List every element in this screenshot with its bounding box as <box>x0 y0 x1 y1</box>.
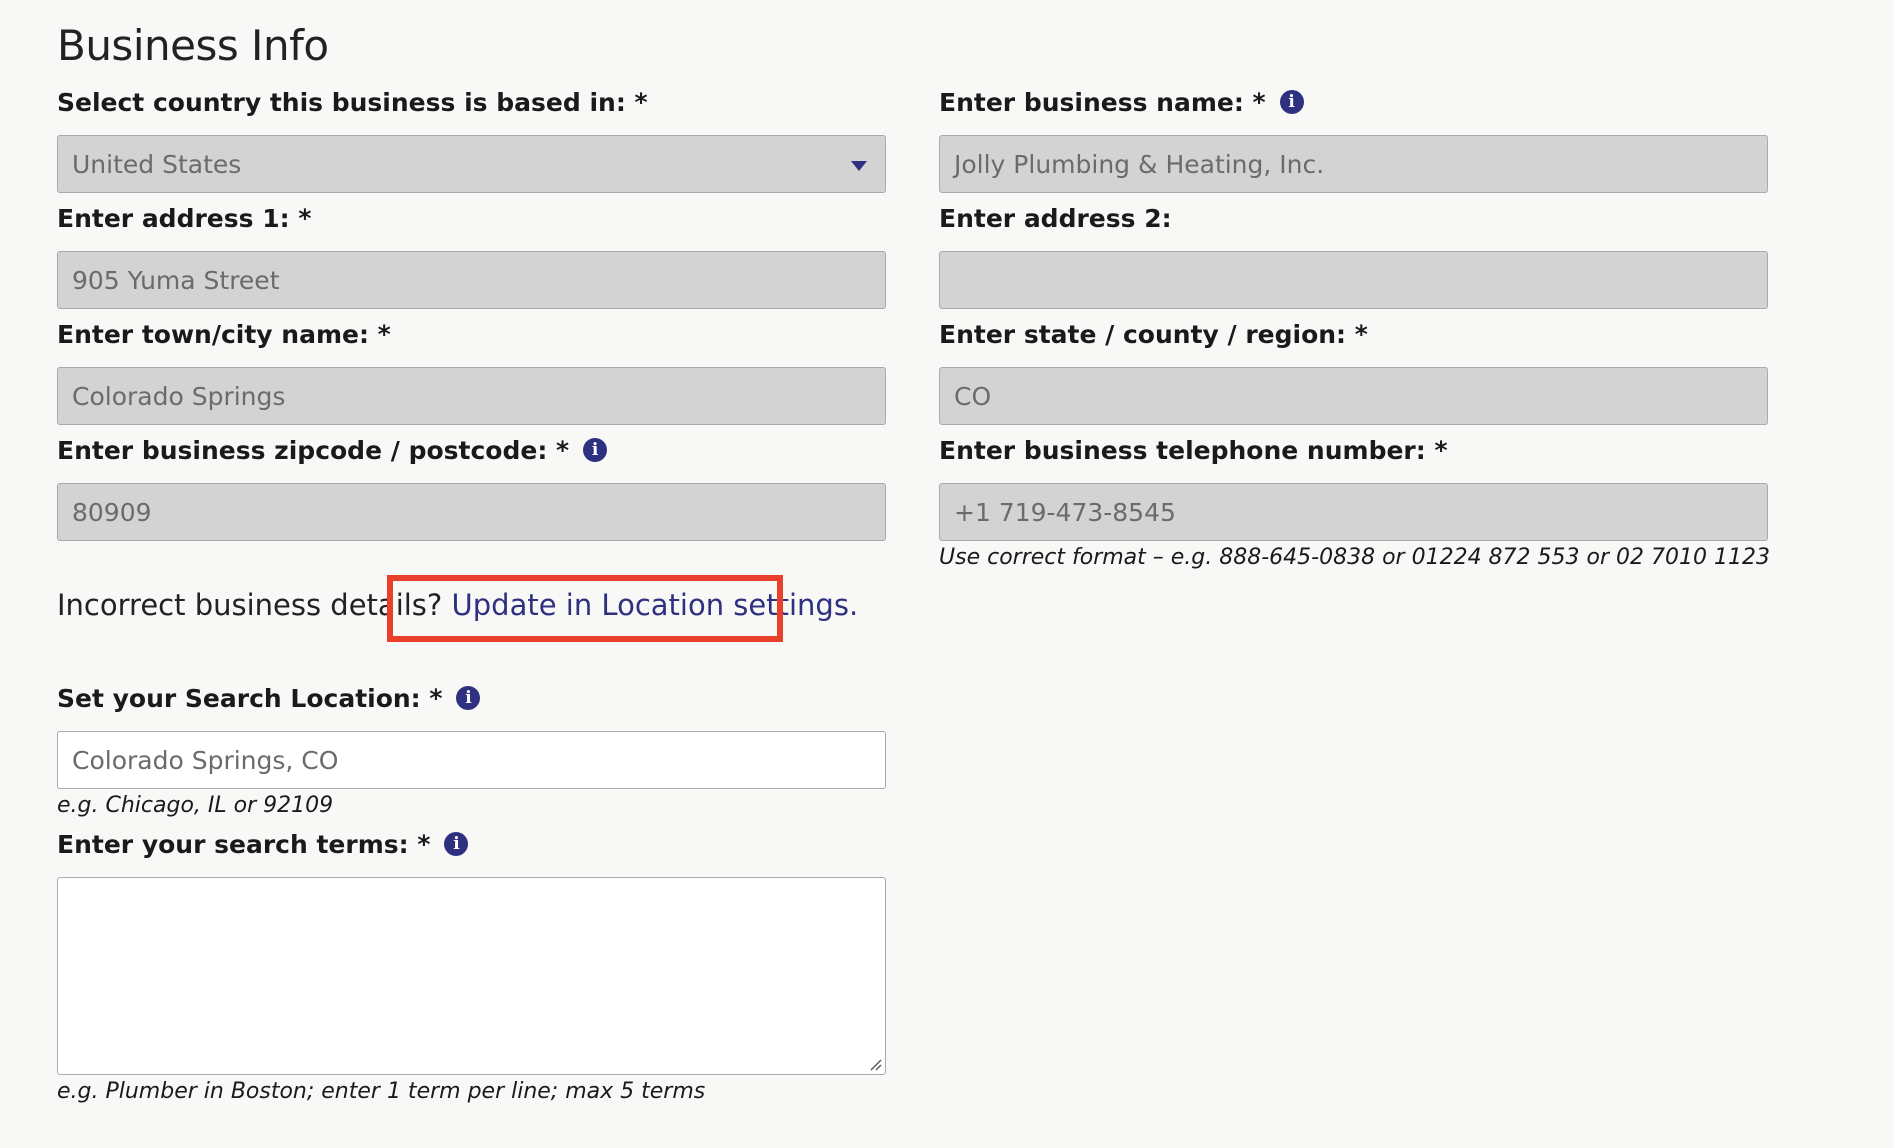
state-label-text: Enter state / county / region: * <box>939 319 1368 349</box>
zipcode-value: 80909 <box>72 497 152 527</box>
address1-label-text: Enter address 1: * <box>57 203 312 233</box>
business-name-field: Enter business name: * i Jolly Plumbing … <box>939 85 1768 193</box>
search-terms-textarea[interactable] <box>57 877 886 1075</box>
search-terms-label-text: Enter your search terms: * <box>57 829 431 859</box>
city-label-text: Enter town/city name: * <box>57 319 391 349</box>
business-name-label: Enter business name: * i <box>939 85 1768 119</box>
state-value: CO <box>954 381 992 411</box>
country-label-text: Select country this business is based in… <box>57 87 648 117</box>
city-field: Enter town/city name: * Colorado Springs <box>57 317 886 425</box>
address2-field: Enter address 2: <box>939 201 1768 309</box>
search-terms-label: Enter your search terms: * i <box>57 827 886 861</box>
zipcode-input[interactable]: 80909 <box>57 483 886 541</box>
telephone-label: Enter business telephone number: * <box>939 433 1768 467</box>
city-label: Enter town/city name: * <box>57 317 886 351</box>
telephone-field: Enter business telephone number: * +1 71… <box>939 433 1770 570</box>
info-icon[interactable]: i <box>456 686 481 710</box>
search-location-label-text: Set your Search Location: * <box>57 683 443 713</box>
search-location-field: Set your Search Location: * i Colorado S… <box>57 681 886 818</box>
search-terms-field: Enter your search terms: * i e.g. Plumbe… <box>57 827 886 1104</box>
country-label: Select country this business is based in… <box>57 85 886 119</box>
resize-grip-icon[interactable] <box>868 1057 882 1071</box>
address2-label: Enter address 2: <box>939 201 1768 235</box>
zipcode-field: Enter business zipcode / postcode: * i 8… <box>57 433 886 541</box>
country-field: Select country this business is based in… <box>57 85 886 193</box>
search-location-input[interactable]: Colorado Springs, CO <box>57 731 886 789</box>
address1-input[interactable]: 905 Yuma Street <box>57 251 886 309</box>
search-location-value: Colorado Springs, CO <box>72 745 339 775</box>
update-location-settings-link[interactable]: Update in Location settings. <box>452 588 859 622</box>
telephone-input[interactable]: +1 719-473-8545 <box>939 483 1768 541</box>
chevron-down-icon <box>851 161 867 171</box>
page-title: Business Info <box>57 21 329 70</box>
info-icon[interactable]: i <box>583 438 608 462</box>
business-name-input[interactable]: Jolly Plumbing & Heating, Inc. <box>939 135 1768 193</box>
search-location-hint: e.g. Chicago, IL or 92109 <box>57 793 334 818</box>
business-name-label-text: Enter business name: * <box>939 87 1266 117</box>
city-input[interactable]: Colorado Springs <box>57 367 886 425</box>
country-select[interactable]: United States <box>57 135 886 193</box>
telephone-value: +1 719-473-8545 <box>954 497 1176 527</box>
state-input[interactable]: CO <box>939 367 1768 425</box>
telephone-hint: Use correct format – e.g. 888-645-0838 o… <box>939 545 1770 570</box>
zipcode-label-text: Enter business zipcode / postcode: * <box>57 435 570 465</box>
incorrect-details-notice: Incorrect business details? Update in Lo… <box>57 582 858 628</box>
address1-label: Enter address 1: * <box>57 201 886 235</box>
zipcode-label: Enter business zipcode / postcode: * i <box>57 433 886 467</box>
search-location-label: Set your Search Location: * i <box>57 681 886 715</box>
country-select-value: United States <box>72 149 242 179</box>
state-label: Enter state / county / region: * <box>939 317 1768 351</box>
info-icon[interactable]: i <box>444 832 469 856</box>
search-terms-hint: e.g. Plumber in Boston; enter 1 term per… <box>57 1079 706 1104</box>
incorrect-details-text: Incorrect business details? <box>57 588 452 622</box>
address1-field: Enter address 1: * 905 Yuma Street <box>57 201 886 309</box>
business-name-value: Jolly Plumbing & Heating, Inc. <box>954 149 1325 179</box>
address1-value: 905 Yuma Street <box>72 265 280 295</box>
address2-input[interactable] <box>939 251 1768 309</box>
address2-label-text: Enter address 2: <box>939 203 1172 233</box>
info-icon[interactable]: i <box>1279 90 1304 114</box>
telephone-label-text: Enter business telephone number: * <box>939 435 1448 465</box>
state-field: Enter state / county / region: * CO <box>939 317 1768 425</box>
city-value: Colorado Springs <box>72 381 286 411</box>
